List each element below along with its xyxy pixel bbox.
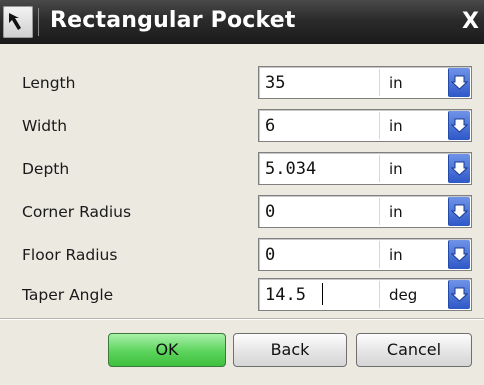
- chevron-down-icon[interactable]: [448, 154, 470, 183]
- floor-radius-value[interactable]: 0: [265, 245, 275, 265]
- cancel-button[interactable]: Cancel: [356, 333, 472, 367]
- close-icon[interactable]: X: [462, 9, 484, 35]
- title-bar[interactable]: Rectangular Pocket X: [0, 0, 484, 44]
- chevron-down-icon[interactable]: [448, 68, 470, 97]
- unit-divider: [379, 198, 380, 225]
- depth-unit[interactable]: in: [389, 160, 403, 178]
- dialog-title: Rectangular Pocket: [50, 8, 296, 33]
- floor-radius-unit[interactable]: in: [389, 246, 403, 264]
- floor-radius-input[interactable]: 0 in: [258, 238, 472, 271]
- field-row-depth: Depth 5.034 in: [0, 150, 484, 190]
- button-separator: [0, 318, 484, 320]
- title-separator: [38, 8, 39, 36]
- depth-input[interactable]: 5.034 in: [258, 152, 472, 185]
- unit-divider: [379, 112, 380, 139]
- unit-divider: [379, 281, 380, 308]
- corner-radius-input[interactable]: 0 in: [258, 195, 472, 228]
- field-label-corner-radius: Corner Radius: [22, 203, 132, 221]
- width-unit[interactable]: in: [389, 117, 403, 135]
- depth-value[interactable]: 5.034: [265, 159, 316, 179]
- back-button[interactable]: Back: [233, 333, 347, 367]
- chevron-down-icon[interactable]: [448, 111, 470, 140]
- taper-angle-unit[interactable]: deg: [389, 286, 417, 304]
- field-label-depth: Depth: [22, 160, 70, 178]
- field-row-corner-radius: Corner Radius 0 in: [0, 193, 484, 233]
- chevron-down-icon[interactable]: [448, 240, 470, 269]
- length-unit[interactable]: in: [389, 74, 403, 92]
- field-label-taper-angle: Taper Angle: [22, 286, 114, 304]
- field-row-width: Width 6 in: [0, 107, 484, 147]
- corner-radius-value[interactable]: 0: [265, 202, 275, 222]
- field-label-length: Length: [22, 74, 76, 92]
- width-input[interactable]: 6 in: [258, 109, 472, 142]
- field-row-floor-radius: Floor Radius 0 in: [0, 236, 484, 276]
- unit-divider: [379, 241, 380, 268]
- taper-angle-input[interactable]: 14.5 deg: [258, 278, 472, 311]
- chevron-down-icon[interactable]: [448, 197, 470, 226]
- length-input[interactable]: 35 in: [258, 66, 472, 99]
- text-caret: [322, 283, 323, 305]
- field-row-length: Length 35 in: [0, 64, 484, 104]
- corner-radius-unit[interactable]: in: [389, 203, 403, 221]
- arrow-cursor-icon[interactable]: [3, 6, 33, 38]
- length-value[interactable]: 35: [265, 73, 285, 93]
- unit-divider: [379, 69, 380, 96]
- field-row-taper-angle: Taper Angle 14.5 deg: [0, 276, 484, 316]
- chevron-down-icon[interactable]: [448, 280, 470, 309]
- field-label-floor-radius: Floor Radius: [22, 246, 118, 264]
- ok-button[interactable]: OK: [108, 333, 226, 367]
- unit-divider: [379, 155, 380, 182]
- field-label-width: Width: [22, 117, 68, 135]
- width-value[interactable]: 6: [265, 116, 275, 136]
- taper-angle-value[interactable]: 14.5: [265, 285, 306, 305]
